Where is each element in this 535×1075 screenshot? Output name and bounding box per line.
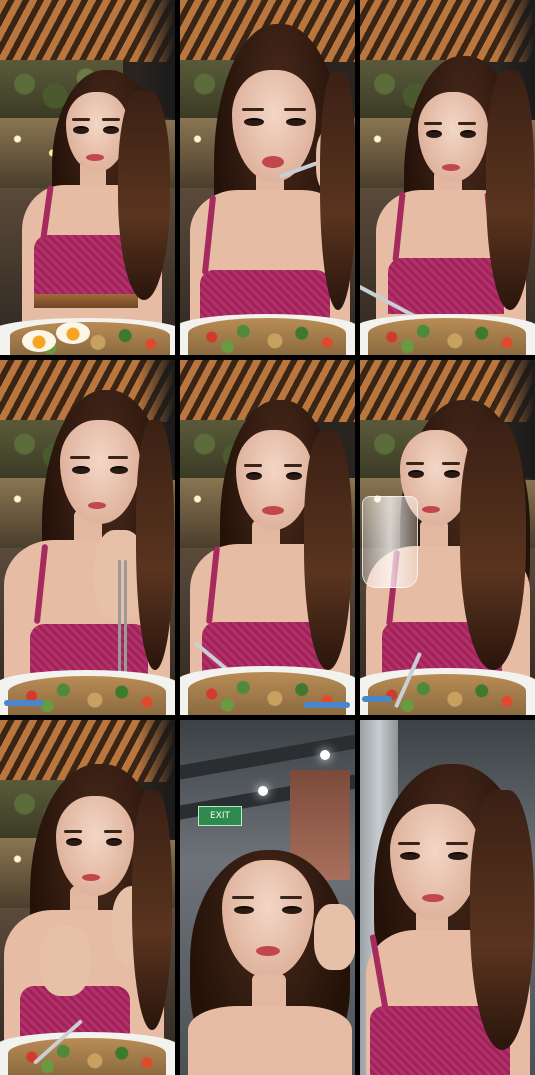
eyebrow xyxy=(242,108,264,111)
long-wavy-hair xyxy=(304,430,352,670)
eyebrow xyxy=(284,464,302,467)
woman xyxy=(360,360,535,715)
eye xyxy=(448,852,468,860)
woman xyxy=(0,0,175,355)
eye xyxy=(282,906,302,914)
eye xyxy=(426,130,442,138)
clear-drink-cup xyxy=(362,496,418,588)
eyebrow xyxy=(284,108,306,111)
long-wavy-hair xyxy=(486,70,534,310)
eye xyxy=(72,466,90,474)
belt xyxy=(34,294,138,308)
long-wavy-hair xyxy=(118,90,170,300)
plate-rim xyxy=(4,700,44,706)
long-wavy-hair xyxy=(320,70,355,310)
woman xyxy=(0,720,175,1075)
eyebrow xyxy=(64,830,82,833)
eye xyxy=(246,472,262,480)
eye xyxy=(66,838,82,846)
frame-7 xyxy=(0,720,175,1075)
eye xyxy=(444,470,460,478)
eyebrow xyxy=(424,122,442,125)
woman xyxy=(360,0,535,355)
eyebrow xyxy=(398,842,420,845)
basil-stir-fry xyxy=(368,318,526,355)
woman xyxy=(360,720,535,1075)
frame-2 xyxy=(180,0,355,355)
lips xyxy=(86,154,104,161)
smiling-lips xyxy=(262,506,284,515)
eyebrow xyxy=(442,462,460,465)
eyebrow xyxy=(232,896,254,899)
eye xyxy=(244,118,264,126)
frame-4 xyxy=(0,360,175,715)
eye xyxy=(286,118,306,126)
frame-5 xyxy=(180,360,355,715)
frame-9 xyxy=(360,720,535,1075)
lips xyxy=(88,502,106,509)
hand-on-chest xyxy=(40,926,90,996)
woman xyxy=(180,0,355,355)
eye xyxy=(460,130,476,138)
woman xyxy=(0,360,175,715)
pink-knit-top xyxy=(388,258,504,314)
eye xyxy=(408,470,424,478)
basil-stir-fry xyxy=(188,318,346,355)
basil-stir-fry xyxy=(188,672,346,715)
frame-1 xyxy=(0,0,175,355)
frame-3 xyxy=(360,0,535,355)
eyebrow xyxy=(108,456,128,459)
woman xyxy=(180,720,355,1075)
basil-stir-fry xyxy=(8,676,166,715)
fried-egg xyxy=(56,322,90,344)
fried-egg xyxy=(22,330,56,352)
lips-open xyxy=(256,946,280,956)
lips-open xyxy=(262,156,284,168)
lips xyxy=(442,164,460,171)
pink-knit-top xyxy=(30,624,148,674)
frame-8: EXIT xyxy=(180,720,355,1075)
long-wavy-hair xyxy=(470,790,534,1050)
eyebrow xyxy=(406,462,424,465)
frame-6 xyxy=(360,360,535,715)
torso xyxy=(188,1006,352,1075)
woman xyxy=(180,360,355,715)
lips xyxy=(422,894,444,902)
eyebrow xyxy=(70,456,90,459)
long-wavy-hair xyxy=(136,420,174,670)
basil-stir-fry xyxy=(368,674,526,715)
eyebrow xyxy=(458,122,476,125)
eye xyxy=(103,126,119,134)
eyebrow xyxy=(446,842,468,845)
eye xyxy=(400,852,420,860)
eye xyxy=(234,906,254,914)
eye xyxy=(73,126,89,134)
eyebrow xyxy=(102,118,120,121)
plate-rim xyxy=(362,696,392,702)
plate-rim xyxy=(304,702,350,708)
basil-stir-fry xyxy=(8,1038,166,1075)
eyebrow xyxy=(280,896,302,899)
lips xyxy=(422,506,440,513)
long-wavy-hair xyxy=(460,420,526,670)
eyebrow xyxy=(244,464,262,467)
photo-collage-grid: EXIT xyxy=(0,0,535,1075)
eyebrow xyxy=(104,830,122,833)
eyebrow xyxy=(72,118,90,121)
eye xyxy=(286,472,302,480)
lips xyxy=(82,874,100,881)
eye xyxy=(110,466,128,474)
hand xyxy=(314,904,355,970)
long-wavy-hair xyxy=(132,790,172,1030)
eye xyxy=(106,838,122,846)
